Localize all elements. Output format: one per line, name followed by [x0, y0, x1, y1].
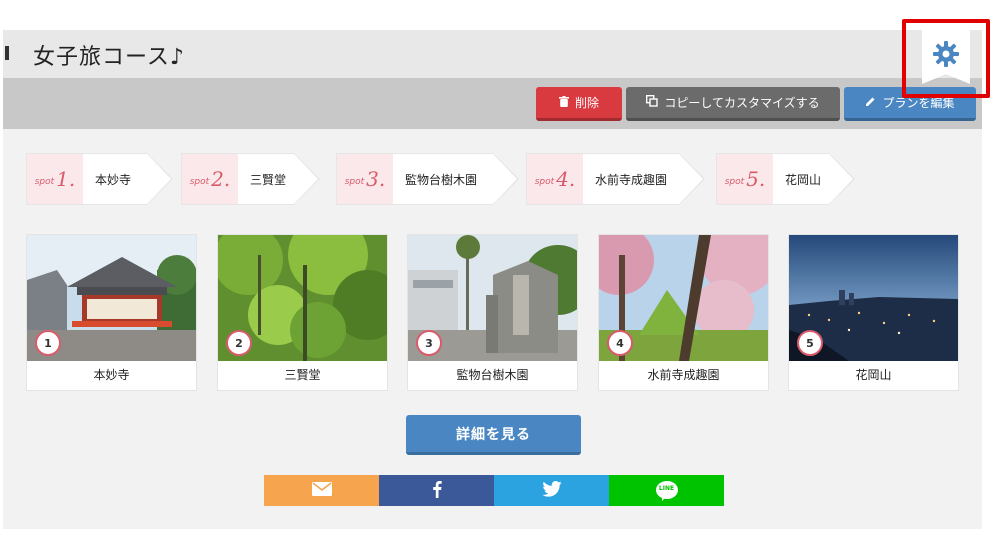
spot-arrow [147, 153, 173, 205]
pencil-icon [865, 96, 876, 110]
spot-number: spot 4. [526, 153, 583, 205]
spot-caption: 本妙寺 [93, 368, 130, 382]
toolbar: 削除 コピーしてカスタマイズする プランを編集 [3, 78, 982, 129]
spot-name: 監物台樹木園 [393, 153, 493, 205]
edit-plan-button[interactable]: プランを編集 [844, 87, 976, 121]
share-facebook-button[interactable] [379, 475, 494, 506]
spot-card-5[interactable]: 5 花岡山 [788, 234, 959, 391]
spot-badge: 3 [416, 330, 442, 356]
trash-icon [558, 95, 569, 110]
edit-label: プランを編集 [882, 96, 955, 110]
share-line-button[interactable]: LINE [609, 475, 724, 506]
plan-panel: 女子旅コース♪ 削除 コピーしてカスタマイズする プランを編集 spot 1. 本… [3, 30, 982, 529]
spot-badge: 4 [607, 330, 633, 356]
spot-badge: 2 [226, 330, 252, 356]
mail-icon [311, 481, 332, 500]
title-bar: 女子旅コース♪ [3, 30, 982, 78]
title-marker [5, 46, 9, 60]
twitter-icon [541, 480, 562, 501]
delete-label: 削除 [574, 96, 599, 110]
spot-arrow [829, 153, 855, 205]
spot-step-3[interactable]: spot 3. 監物台樹木園 [336, 153, 519, 205]
facebook-icon [432, 480, 442, 502]
spot-arrow [493, 153, 519, 205]
spot-arrow [679, 153, 705, 205]
copy-icon [646, 94, 659, 110]
spot-caption: 花岡山 [855, 368, 892, 382]
spot-caption: 三賢堂 [284, 368, 321, 382]
spot-name: 本妙寺 [83, 153, 147, 205]
spot-card-1[interactable]: 1 本妙寺 [26, 234, 197, 391]
spot-number: spot 3. [336, 153, 393, 205]
line-icon: LINE [655, 480, 678, 501]
spot-step-2[interactable]: spot 2. 三賢堂 [181, 153, 320, 205]
spot-card-3[interactable]: 3 監物台樹木園 [407, 234, 578, 391]
spot-number: spot 5. [716, 153, 773, 205]
spot-name: 花岡山 [773, 153, 829, 205]
spot-step-4[interactable]: spot 4. 水前寺成趣園 [526, 153, 705, 205]
share-twitter-button[interactable] [494, 475, 609, 506]
spot-step-5[interactable]: spot 5. 花岡山 [716, 153, 855, 205]
spot-card-4[interactable]: 4 水前寺成趣園 [598, 234, 769, 391]
spot-step-1[interactable]: spot 1. 本妙寺 [26, 153, 173, 205]
spot-caption: 監物台樹木園 [456, 368, 529, 382]
line-icon-label: LINE [658, 484, 675, 492]
view-details-button[interactable]: 詳細を見る [406, 415, 581, 455]
spot-caption: 水前寺成趣園 [647, 368, 720, 382]
spot-number: spot 2. [181, 153, 238, 205]
spot-card-2[interactable]: 2 三賢堂 [217, 234, 388, 391]
copy-label: コピーしてカスタマイズする [664, 96, 820, 110]
spot-number: spot 1. [26, 153, 83, 205]
spot-name: 三賢堂 [238, 153, 294, 205]
share-mail-button[interactable] [264, 475, 379, 506]
spot-badge: 1 [35, 330, 61, 356]
delete-button[interactable]: 削除 [536, 87, 622, 121]
spot-badge: 5 [797, 330, 823, 356]
page-title: 女子旅コース♪ [33, 45, 185, 70]
spot-arrow [294, 153, 320, 205]
copy-customize-button[interactable]: コピーしてカスタマイズする [626, 87, 840, 121]
spot-name: 水前寺成趣園 [583, 153, 679, 205]
